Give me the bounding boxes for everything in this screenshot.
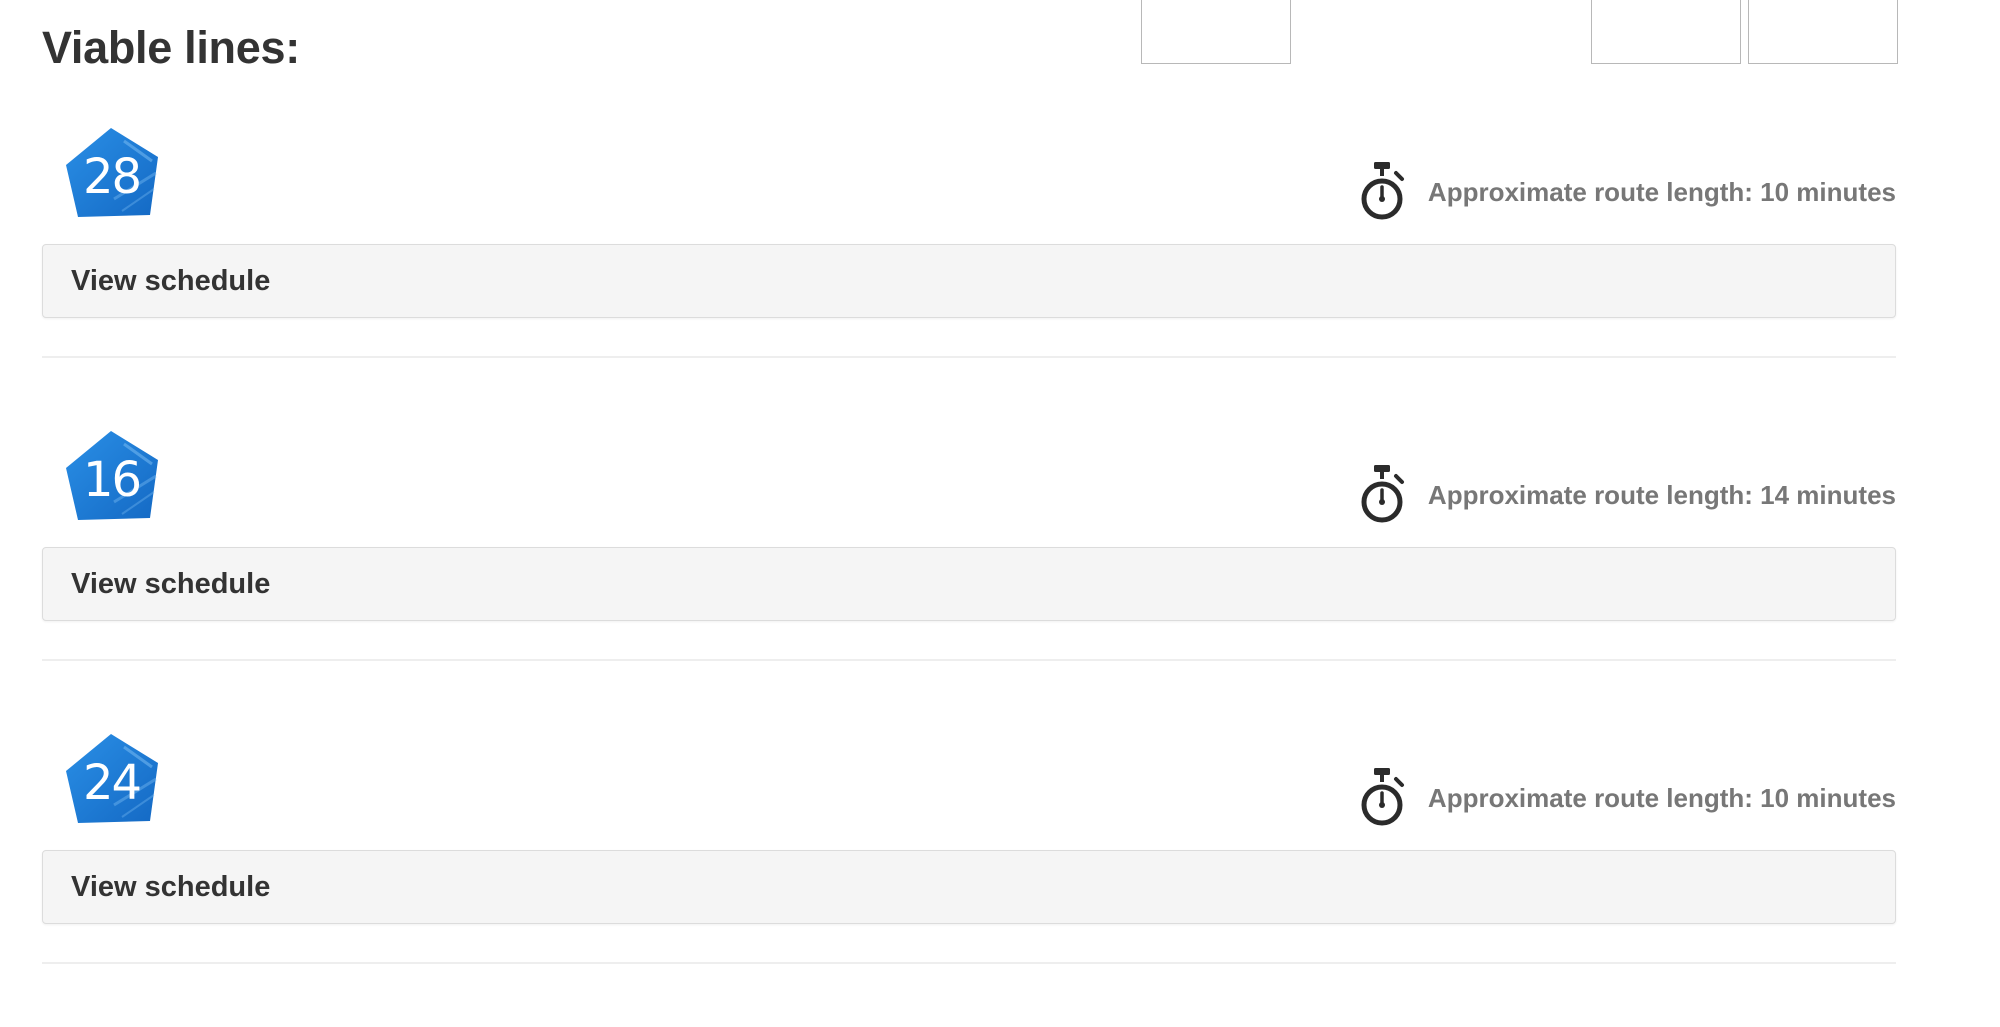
line-item: 16 Approximate route length: 14 minutes … <box>42 430 1896 730</box>
divider <box>42 962 1896 964</box>
stopwatch-icon <box>1361 768 1404 826</box>
top-control-box[interactable] <box>1141 0 1291 64</box>
line-number: 24 <box>82 755 142 811</box>
divider <box>42 659 1896 661</box>
divider <box>42 356 1896 358</box>
view-schedule-button[interactable]: View schedule <box>42 244 1896 318</box>
page-title: Viable lines: <box>42 22 300 73</box>
line-number: 16 <box>82 452 142 508</box>
top-control-box[interactable] <box>1748 0 1898 64</box>
route-duration: Approximate route length: 14 minutes <box>1358 464 1896 526</box>
route-duration: Approximate route length: 10 minutes <box>1358 161 1896 223</box>
page: Viable lines: 28 Approximate route lengt… <box>0 0 2000 1027</box>
line-badge: 16 <box>64 430 162 528</box>
line-number: 28 <box>82 149 142 205</box>
line-badge: 28 <box>64 127 162 225</box>
route-length-label: Approximate route length: 10 minutes <box>1427 176 1896 207</box>
line-badge: 24 <box>64 733 162 831</box>
route-duration: Approximate route length: 10 minutes <box>1358 767 1896 829</box>
line-item: 24 Approximate route length: 10 minutes … <box>42 733 1896 1027</box>
top-control-box[interactable] <box>1591 0 1741 64</box>
top-text-fragment <box>1485 0 1505 2</box>
view-schedule-button[interactable]: View schedule <box>42 547 1896 621</box>
line-item: 28 Approximate route length: 10 minutes … <box>42 127 1896 427</box>
route-length-label: Approximate route length: 10 minutes <box>1427 782 1896 813</box>
stopwatch-icon <box>1361 162 1404 220</box>
route-length-label: Approximate route length: 14 minutes <box>1427 479 1896 510</box>
stopwatch-icon <box>1361 465 1404 523</box>
view-schedule-button[interactable]: View schedule <box>42 850 1896 924</box>
